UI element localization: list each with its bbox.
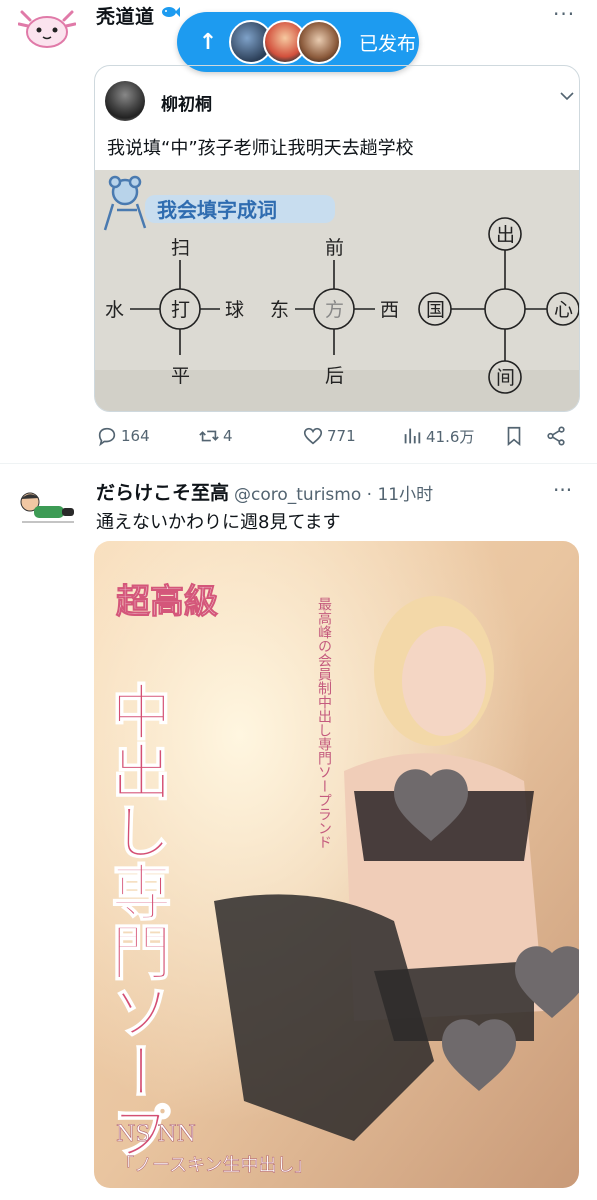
chevron-down-icon[interactable] [560,86,574,105]
display-name[interactable]: だらけこそ至高 [96,478,229,505]
quote-text: 我说填“中”孩子老师让我明天去趟学校 [107,138,414,159]
quoted-tweet-card[interactable]: 柳初桐 我说填“中”孩子老师让我明天去趟学校 我会填字成词 打 扫 水 球 平 … [94,65,580,412]
svg-text:间: 间 [496,367,515,389]
like-button[interactable]: 771 [302,424,356,448]
poster-subtitle: 「ノースキン生中出し」 [116,1155,313,1176]
svg-text:心: 心 [554,299,573,321]
svg-text:西: 西 [380,299,399,321]
svg-text:前: 前 [325,237,344,259]
share-icon [547,426,565,446]
tweet-text: 通えないかわりに週8見てます [96,512,341,533]
repost-icon [199,430,219,442]
worksheet-title: 我会填字成词 [157,198,277,222]
share-button[interactable] [545,424,570,448]
axolotl-avatar[interactable] [17,6,77,50]
lying-character-avatar[interactable] [18,490,76,528]
svg-text:水: 水 [105,299,124,321]
arrow-up-icon: ↑ [198,29,218,55]
repost-button[interactable]: 4 [198,424,233,448]
posted-avatar-3 [297,20,341,64]
handle-and-time[interactable]: @coro_turismo · 11小时 [234,480,433,505]
heart-icon [303,427,323,445]
svg-text:东: 东 [270,299,289,321]
svg-text:扫: 扫 [171,237,190,259]
quote-author-avatar[interactable] [105,81,145,121]
svg-text:出: 出 [496,224,515,246]
more-dots-icon[interactable]: ··· [553,478,572,502]
posted-toast-button[interactable]: ↑ 已发布 [177,12,419,72]
svg-text:平: 平 [171,365,190,387]
svg-text:打: 打 [171,299,190,321]
reply-button[interactable]: 164 [96,424,150,448]
fish-icon [160,4,180,24]
poster-title-main: 中出し専門ソープ [101,681,171,1161]
reply-count: 164 [121,427,150,445]
posted-label: 已发布 [359,32,417,55]
poster-badge: NS NN [116,1122,196,1147]
svg-text:后: 后 [325,365,344,387]
repost-count: 4 [223,427,233,445]
bookmark-button[interactable] [503,424,528,448]
more-dots-icon[interactable]: ··· [553,2,575,26]
views-count: 41.6万 [426,427,475,446]
poster-title-top: 超高級 [116,582,218,622]
tweet-divider [0,463,597,464]
views-chart-icon [404,428,421,444]
bookmark-icon [507,426,521,447]
poster-image[interactable]: 超高級 中出し専門ソープ 最高峰の会員制中出し専門ソープランド NS NN 「ノ… [94,541,579,1188]
views-button[interactable]: 41.6万 [401,424,474,448]
like-count: 771 [327,427,356,445]
reply-icon [98,427,116,447]
svg-text:方: 方 [325,299,344,321]
svg-text:国: 国 [426,299,445,321]
quote-author-name[interactable]: 柳初桐 [161,90,212,115]
poster-vertical-copy: 最高峰の会員制中出し専門ソープランド [316,597,332,849]
worksheet-photo[interactable]: 我会填字成词 打 扫 水 球 平 方 前 东 西 后 出 国 心 间 [95,170,579,411]
display-name[interactable]: 秃道道 [96,2,155,29]
svg-text:球: 球 [225,299,244,321]
